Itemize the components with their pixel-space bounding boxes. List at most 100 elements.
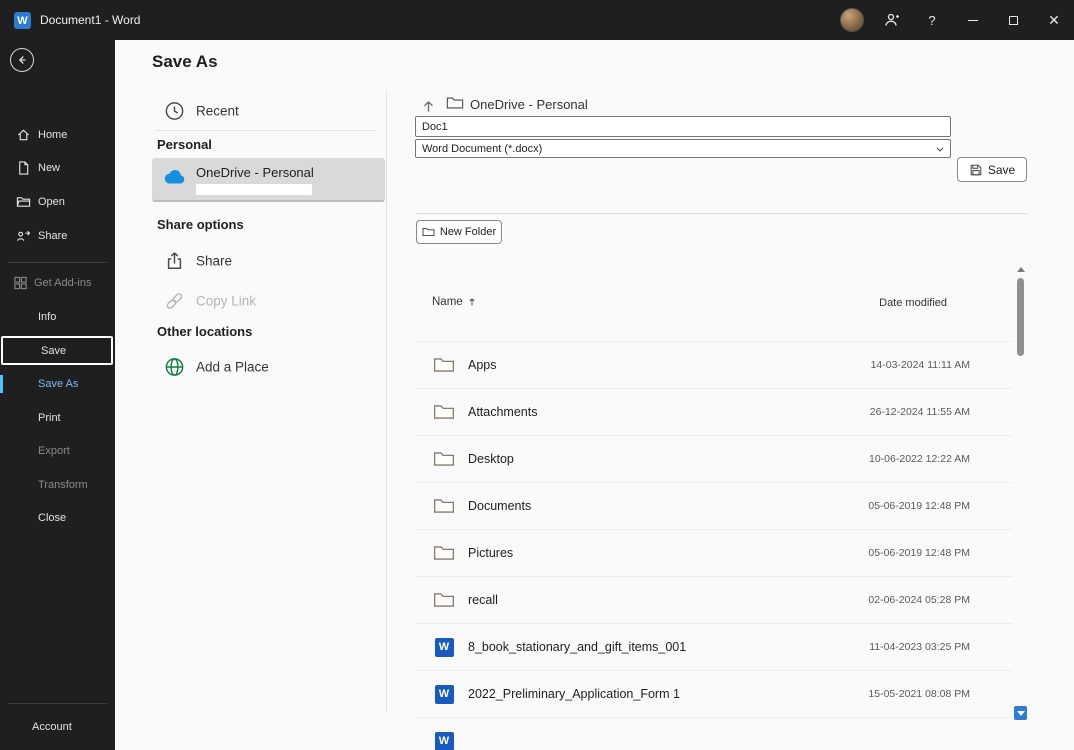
new-folder-button[interactable]: New Folder: [416, 220, 502, 244]
sidebar-item-label: New: [38, 162, 60, 174]
help-button[interactable]: ?: [912, 0, 952, 40]
folder-icon: [433, 403, 455, 421]
sidebar-divider: [8, 262, 107, 263]
sidebar-item-label: Account: [32, 721, 72, 733]
scroll-up-arrow[interactable]: [1014, 262, 1027, 276]
place-label: Share: [196, 254, 232, 269]
place-label: Copy Link: [196, 294, 256, 309]
new-folder-icon: [422, 226, 435, 238]
file-date: 10-06-2022 12:22 AM: [869, 453, 970, 465]
personal-section-header: Personal: [157, 137, 212, 152]
save-button[interactable]: Save: [957, 157, 1027, 182]
new-folder-label: New Folder: [440, 226, 496, 238]
sidebar-item-save-as[interactable]: Save As: [0, 371, 115, 397]
file-row[interactable]: Documents 05-06-2019 12:48 PM: [415, 483, 1012, 530]
back-button[interactable]: [10, 48, 34, 72]
sidebar-item-close[interactable]: Close: [0, 505, 115, 531]
file-name: Pictures: [468, 546, 513, 560]
file-date: 05-06-2019 12:48 PM: [868, 547, 970, 559]
sidebar-item-new[interactable]: New: [0, 155, 115, 181]
scrollbar-thumb[interactable]: [1017, 278, 1024, 356]
sort-ascending-icon: [467, 296, 477, 308]
globe-icon: [164, 357, 185, 378]
filetype-value: Word Document (*.docx): [422, 143, 542, 155]
file-row[interactable]: Attachments 26-12-2024 11:55 AM: [415, 389, 1012, 436]
contact-icon[interactable]: [872, 0, 912, 40]
onedrive-cloud-icon: [162, 168, 188, 186]
file-date: 15-05-2021 08:08 PM: [868, 688, 970, 700]
column-header-name[interactable]: Name: [432, 296, 477, 308]
clock-icon: [164, 101, 185, 122]
file-date: 02-06-2024 05:28 PM: [868, 594, 970, 606]
sidebar-item-account[interactable]: Account: [0, 714, 115, 740]
place-add-a-place[interactable]: Add a Place: [152, 350, 385, 384]
save-button-label: Save: [988, 163, 1015, 177]
column-header-date-modified[interactable]: Date modified: [700, 297, 947, 309]
file-name: 8_book_stationary_and_gift_items_001: [468, 640, 686, 654]
file-row-partial[interactable]: W: [415, 718, 1012, 750]
minimize-icon: [968, 20, 978, 21]
file-row[interactable]: W 8_book_stationary_and_gift_items_001 1…: [415, 624, 1012, 671]
account-avatar[interactable]: [840, 8, 864, 32]
word-document-icon: W: [433, 685, 455, 704]
sidebar-item-label: Info: [38, 311, 56, 323]
sidebar-item-label: Print: [38, 412, 61, 424]
account-email-redacted: [196, 184, 312, 195]
file-date: 14-03-2024 11:11 AM: [871, 359, 970, 371]
panel-divider: [415, 213, 1027, 214]
share-options-header: Share options: [157, 217, 244, 232]
file-date: 26-12-2024 11:55 AM: [870, 406, 970, 418]
sidebar-item-home[interactable]: Home: [0, 122, 115, 148]
file-row[interactable]: Desktop 10-06-2022 12:22 AM: [415, 436, 1012, 483]
file-row[interactable]: Pictures 05-06-2019 12:48 PM: [415, 530, 1012, 577]
sidebar-item-label: Transform: [38, 479, 88, 491]
file-row[interactable]: Apps 14-03-2024 11:11 AM: [415, 342, 1012, 389]
sidebar-item-label: Save: [41, 345, 66, 357]
folder-icon: [433, 450, 455, 468]
open-folder-icon: [16, 195, 31, 210]
breadcrumb-folder-icon: [446, 95, 464, 111]
word-save-as-window: W Document1 - Word ? ✕ Home: [0, 0, 1074, 750]
sidebar-item-label: Close: [38, 512, 66, 524]
file-name: Apps: [468, 358, 497, 372]
sidebar-item-label: Share: [38, 230, 67, 242]
file-name: 2022_Preliminary_Application_Form 1: [468, 687, 680, 701]
scrollbar[interactable]: [1014, 262, 1027, 728]
file-name: recall: [468, 593, 498, 607]
link-icon: [164, 291, 185, 312]
close-button[interactable]: ✕: [1034, 0, 1074, 40]
file-row[interactable]: W 2022_Preliminary_Application_Form 1 15…: [415, 671, 1012, 718]
scroll-down-arrow[interactable]: [1014, 706, 1027, 720]
sidebar-item-print[interactable]: Print: [0, 405, 115, 431]
minimize-button[interactable]: [953, 0, 993, 40]
save-floppy-icon: [969, 163, 983, 177]
breadcrumb[interactable]: OneDrive - Personal: [470, 97, 588, 112]
file-list: Apps 14-03-2024 11:11 AM Attachments 26-…: [415, 341, 1012, 750]
file-name: Attachments: [468, 405, 537, 419]
share-icon: [16, 229, 31, 244]
word-app-icon: W: [14, 12, 31, 29]
place-onedrive-personal[interactable]: OneDrive - Personal: [152, 158, 385, 202]
sidebar-item-label: Export: [38, 445, 70, 457]
sidebar-item-export: Export: [0, 438, 115, 464]
file-date: 11-04-2023 03:25 PM: [869, 641, 970, 653]
place-share[interactable]: Share: [152, 244, 385, 278]
sidebar-item-share[interactable]: Share: [0, 223, 115, 249]
filename-input[interactable]: [415, 116, 951, 137]
file-date: 05-06-2019 12:48 PM: [868, 500, 970, 512]
sidebar-item-info[interactable]: Info: [0, 304, 115, 330]
sidebar-item-transform: Transform: [0, 472, 115, 498]
filetype-select[interactable]: Word Document (*.docx): [415, 139, 951, 158]
place-copy-link: Copy Link: [152, 284, 385, 318]
sidebar-item-open[interactable]: Open: [0, 189, 115, 215]
maximize-icon: [1009, 16, 1018, 25]
window-title: Document1 - Word: [40, 13, 140, 27]
sidebar-item-label: Get Add-ins: [34, 277, 91, 289]
column-header-label: Name: [432, 296, 463, 308]
file-row[interactable]: recall 02-06-2024 05:28 PM: [415, 577, 1012, 624]
place-recent[interactable]: Recent: [152, 94, 385, 128]
maximize-button[interactable]: [993, 0, 1033, 40]
sidebar-item-save[interactable]: Save: [1, 336, 113, 365]
sidebar-item-get-add-ins: Get Add-ins: [0, 270, 115, 296]
up-one-level-button[interactable]: [418, 96, 438, 116]
